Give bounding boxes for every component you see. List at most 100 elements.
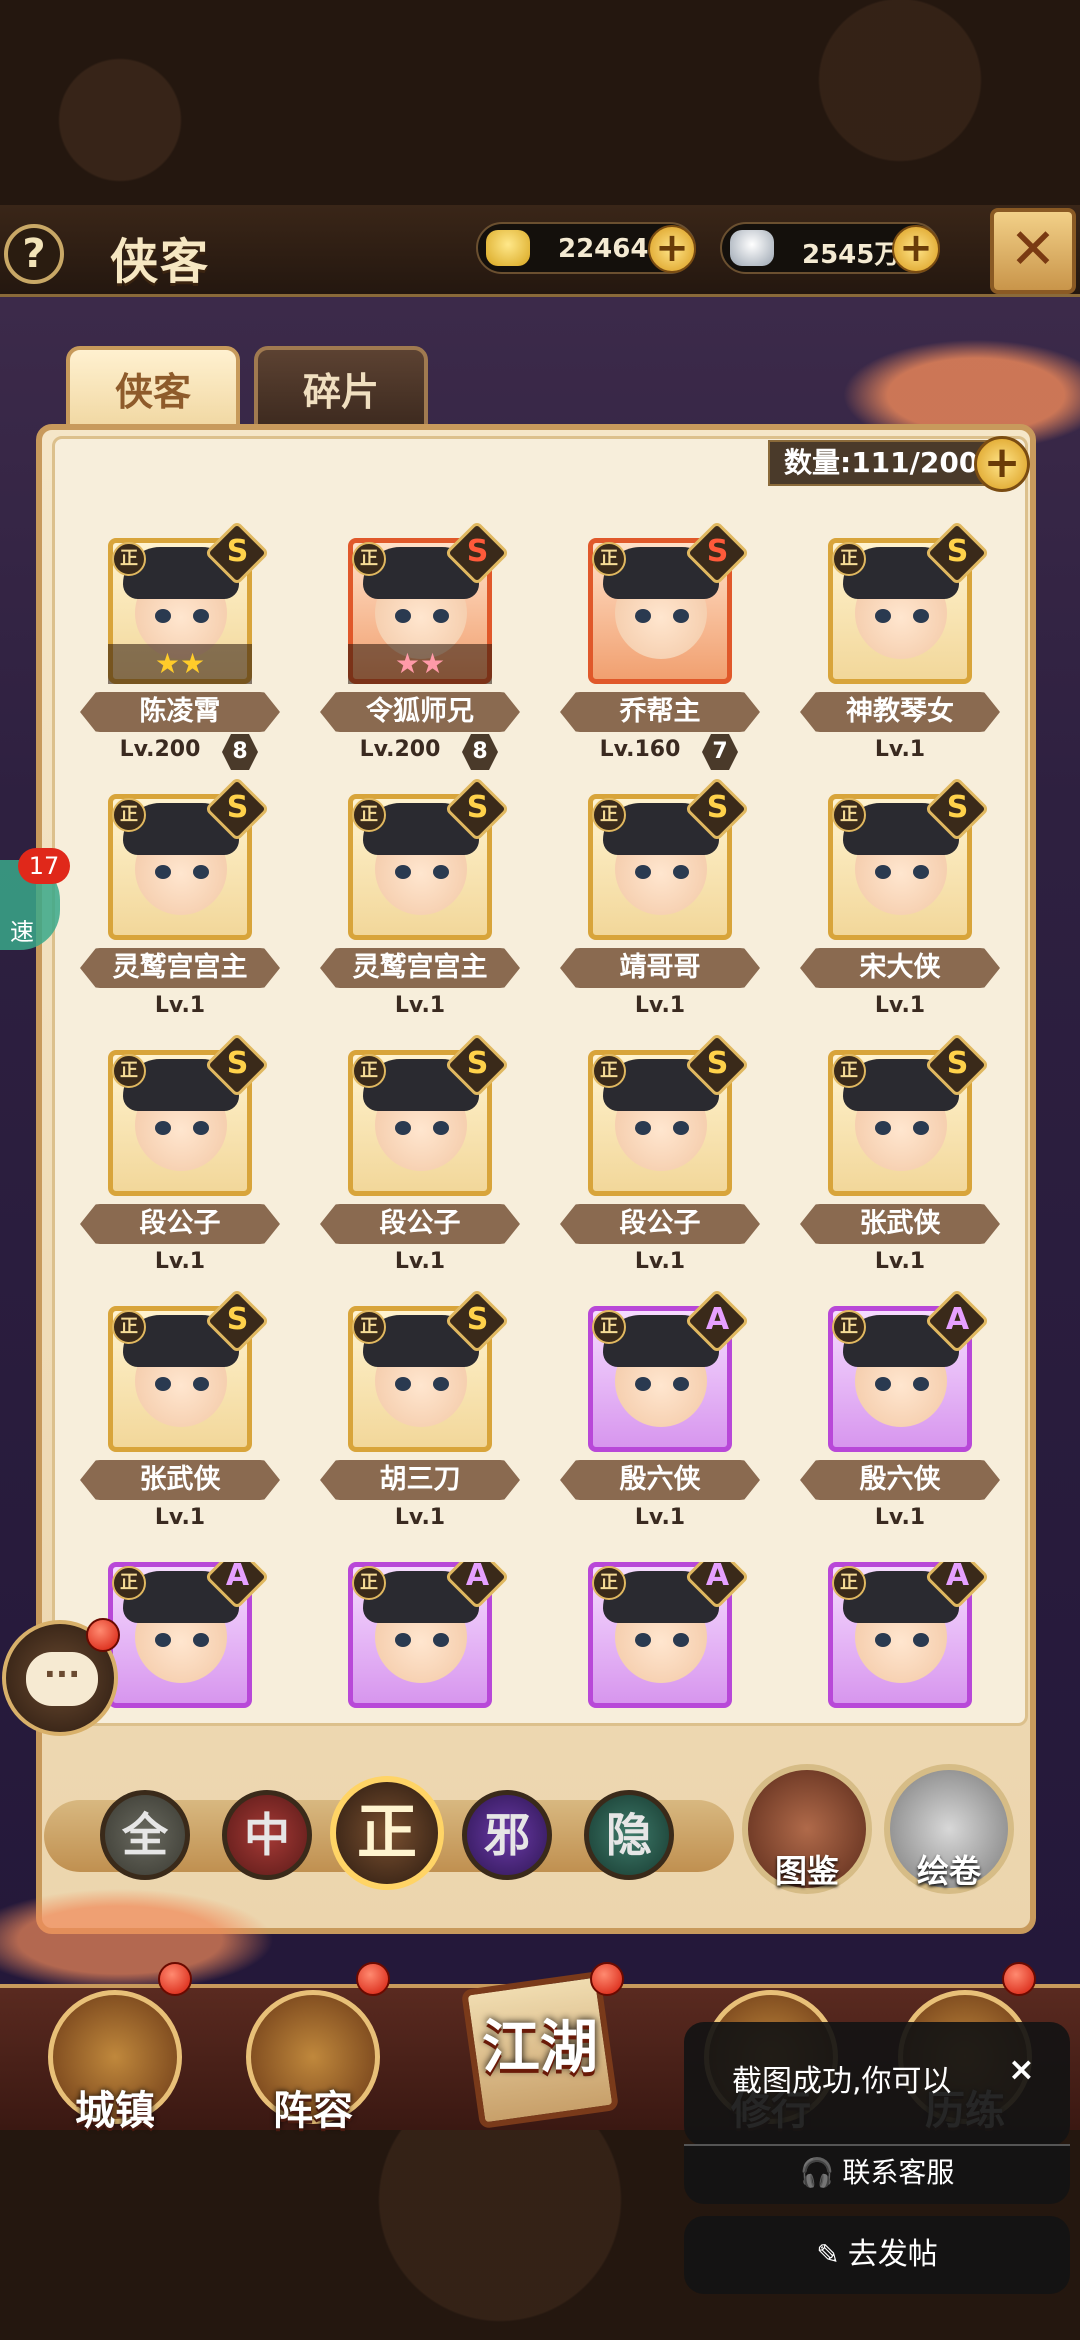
hero-card[interactable]: 正 S 灵鹫宫宫主 Lv.1: [320, 776, 520, 1034]
hero-eye: [433, 1121, 449, 1135]
filter-hidden-button[interactable]: 隐: [584, 1790, 674, 1880]
faction-badge: 正: [112, 542, 146, 576]
rarity-letter: S: [946, 790, 969, 826]
hero-eye: [395, 1633, 411, 1647]
faction-badge: 正: [592, 1310, 626, 1344]
hero-name: 张武侠: [800, 1204, 1000, 1244]
filter-evil-button[interactable]: 邪: [462, 1790, 552, 1880]
hero-card[interactable]: 正A: [320, 1562, 520, 1742]
scroll-gallery-label: 绘卷: [916, 1852, 981, 1890]
faction-badge: 正: [112, 1310, 146, 1344]
page-title: 侠客: [110, 234, 211, 290]
nav-lineup[interactable]: 阵容: [238, 1990, 388, 2134]
faction-badge: 正: [832, 542, 866, 576]
faction-badge: 正: [112, 1566, 146, 1600]
star-rating: ★★: [108, 644, 252, 684]
hero-card[interactable]: 正 S 神教琴女 Lv.1: [800, 520, 1000, 778]
filter-all-button[interactable]: 全: [100, 1790, 190, 1880]
nav-town-label: 城镇: [75, 2087, 155, 2134]
hero-eye: [193, 1633, 209, 1647]
toast-close-button[interactable]: ×: [1008, 2050, 1035, 2088]
hero-level: Lv.1: [634, 1249, 686, 1274]
tab-heroes[interactable]: 侠客: [66, 346, 240, 430]
faction-badge: 正: [592, 1054, 626, 1088]
hero-card[interactable]: 正 S 段公子 Lv.1: [320, 1032, 520, 1290]
rarity-letter: S: [226, 1302, 249, 1338]
hero-card[interactable]: 正 S 段公子 Lv.1: [560, 1032, 760, 1290]
hero-name: 段公子: [560, 1204, 760, 1244]
rarity-letter: S: [226, 790, 249, 826]
pen-icon: ✎: [816, 2238, 840, 2271]
hero-name: 殷六侠: [560, 1460, 760, 1500]
lineup-notification-dot: [356, 1962, 390, 1996]
screenshot-toast: 截图成功,你可以 ×: [684, 2022, 1070, 2146]
train-notification-dot: [1002, 1962, 1036, 1996]
nav-town[interactable]: 城镇: [40, 1990, 190, 2134]
expand-capacity-button[interactable]: +: [974, 436, 1030, 492]
notification-count-badge: 17: [18, 848, 70, 884]
hero-eye: [913, 865, 929, 879]
hero-card[interactable]: 正 A 殷六侠 Lv.1: [800, 1288, 1000, 1546]
add-gold-button[interactable]: +: [648, 225, 696, 273]
hero-name: 陈凌霄: [80, 692, 280, 732]
gold-value: 22464: [558, 234, 649, 264]
hero-card[interactable]: 正 S 灵鹫宫宫主 Lv.1: [80, 776, 280, 1034]
hero-eye: [155, 865, 171, 879]
hero-name: 段公子: [320, 1204, 520, 1244]
hero-eye: [673, 1121, 689, 1135]
hero-level: Lv.1: [394, 1505, 446, 1530]
hero-eye: [673, 1377, 689, 1391]
hero-card[interactable]: 正 S 靖哥哥 Lv.1: [560, 776, 760, 1034]
hero-card[interactable]: 正 S 段公子 Lv.1: [80, 1032, 280, 1290]
filter-neutral-button[interactable]: 中: [222, 1790, 312, 1880]
hero-card[interactable]: 正 S ★★ 令狐师兄 Lv.200 8: [320, 520, 520, 778]
hero-eye: [635, 1377, 651, 1391]
gold-currency: 22464 +: [476, 222, 696, 274]
hero-eye: [395, 609, 411, 623]
rarity-letter: S: [706, 1046, 729, 1082]
town-notification-dot: [158, 1962, 192, 1996]
hero-eye: [913, 609, 929, 623]
hero-card[interactable]: 正 S 张武侠 Lv.1: [80, 1288, 280, 1546]
rarity-letter: S: [226, 1046, 249, 1082]
rarity-letter: S: [706, 790, 729, 826]
hero-eye: [395, 1121, 411, 1135]
hero-card[interactable]: 正A: [800, 1562, 1000, 1742]
hero-eye: [155, 1377, 171, 1391]
hero-name: 胡三刀: [320, 1460, 520, 1500]
hero-card[interactable]: 正 A 殷六侠 Lv.1: [560, 1288, 760, 1546]
add-silver-button[interactable]: +: [892, 225, 940, 273]
hero-card[interactable]: 正 S 乔帮主 Lv.160 7: [560, 520, 760, 778]
rarity-letter: A: [226, 1562, 250, 1594]
rarity-letter: A: [706, 1562, 730, 1594]
hero-eye: [913, 1377, 929, 1391]
nav-jianghu-label: 江湖: [481, 2013, 598, 2081]
hero-card[interactable]: 正 S 胡三刀 Lv.1: [320, 1288, 520, 1546]
go-post-button[interactable]: ✎ 去发帖: [684, 2216, 1070, 2294]
hero-name: 张武侠: [80, 1460, 280, 1500]
speed-widget-label: 速: [10, 918, 34, 946]
hero-eye: [875, 609, 891, 623]
hero-count: 数量:111/200: [768, 440, 1008, 486]
hero-level: Lv.1: [874, 993, 926, 1018]
hero-card[interactable]: 正A: [560, 1562, 760, 1742]
hero-card[interactable]: 正 S ★★ 陈凌霄 Lv.200 8: [80, 520, 280, 778]
hero-eye: [913, 1121, 929, 1135]
filter-righteous-button[interactable]: 正: [330, 1776, 444, 1890]
hero-eye: [875, 1377, 891, 1391]
hero-level: Lv.1: [394, 1249, 446, 1274]
contact-support-button[interactable]: 🎧 联系客服: [684, 2146, 1070, 2204]
hero-level: Lv.1: [394, 993, 446, 1018]
hero-level: Lv.1: [874, 1249, 926, 1274]
hero-eye: [875, 1633, 891, 1647]
go-post-label: 去发帖: [847, 2237, 938, 2272]
maple-leaves-decoration-bottom: [0, 1880, 300, 2000]
hero-card[interactable]: 正 S 宋大侠 Lv.1: [800, 776, 1000, 1034]
tab-fragments[interactable]: 碎片: [254, 346, 428, 430]
faction-badge: 正: [832, 1054, 866, 1088]
close-button[interactable]: ✕: [990, 208, 1076, 294]
hero-level: Lv.1: [634, 1505, 686, 1530]
hero-card[interactable]: 正 S 张武侠 Lv.1: [800, 1032, 1000, 1290]
silver-ingot-icon: [730, 230, 774, 266]
help-button[interactable]: ?: [4, 224, 64, 284]
